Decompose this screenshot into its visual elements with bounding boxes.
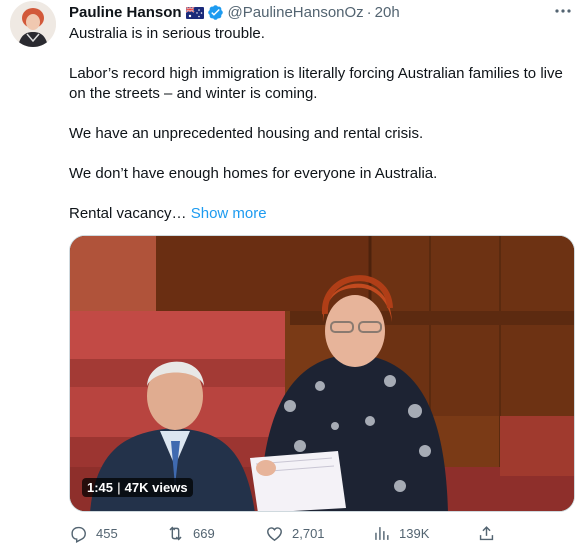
video-player[interactable]: 1:45 | 47K views — [69, 235, 575, 512]
share-button[interactable] — [477, 524, 504, 543]
timestamp[interactable]: 20h — [375, 4, 400, 21]
video-frame — [70, 236, 574, 511]
tweet-paragraph: Australia is in serious trouble. — [69, 25, 265, 42]
tweet-paragraph: We don’t have enough homes for everyone … — [69, 165, 438, 182]
tweet: Pauline Hanson @PaulineHansonOz · 20h Au… — [0, 0, 585, 555]
badge-divider: | — [117, 480, 121, 495]
share-icon — [479, 526, 494, 541]
tweet-paragraph-truncated: Rental vacancy… Show more — [69, 204, 569, 224]
views-count: 139K — [399, 526, 430, 541]
heart-icon — [267, 527, 282, 542]
reply-count: 455 — [96, 526, 118, 541]
views-button[interactable]: 139K — [372, 524, 429, 543]
show-more-link[interactable]: Show more — [191, 205, 267, 222]
author-name[interactable]: Pauline Hanson — [69, 4, 182, 21]
australia-flag-icon — [185, 6, 204, 19]
author-handle[interactable]: @PaulineHansonOz — [228, 4, 364, 21]
truncated-text: Rental vacancy… — [69, 205, 187, 222]
action-bar: 455 669 2,701 139K — [69, 524, 499, 546]
tweet-text: Australia is in serious trouble. Labor’s… — [69, 24, 569, 224]
tweet-header: Pauline Hanson @PaulineHansonOz · 20h — [69, 2, 400, 22]
reply-button[interactable]: 455 — [69, 524, 118, 543]
retweet-count: 669 — [193, 526, 215, 541]
avatar[interactable] — [10, 1, 56, 47]
video-info-badge: 1:45 | 47K views — [82, 478, 193, 497]
tweet-paragraph: Labor’s record high immigration is liter… — [69, 65, 563, 102]
video-views: 47K views — [124, 480, 188, 495]
reply-icon — [71, 526, 86, 543]
like-button[interactable]: 2,701 — [265, 524, 325, 543]
retweet-icon — [169, 526, 182, 541]
video-duration: 1:45 — [87, 480, 114, 495]
like-count: 2,701 — [292, 526, 325, 541]
analytics-icon — [375, 527, 389, 540]
retweet-button[interactable]: 669 — [166, 524, 215, 543]
verified-badge-icon — [207, 4, 224, 21]
separator-dot: · — [366, 3, 372, 21]
tweet-paragraph: We have an unprecedented housing and ren… — [69, 125, 424, 142]
more-options-icon[interactable] — [553, 2, 573, 20]
